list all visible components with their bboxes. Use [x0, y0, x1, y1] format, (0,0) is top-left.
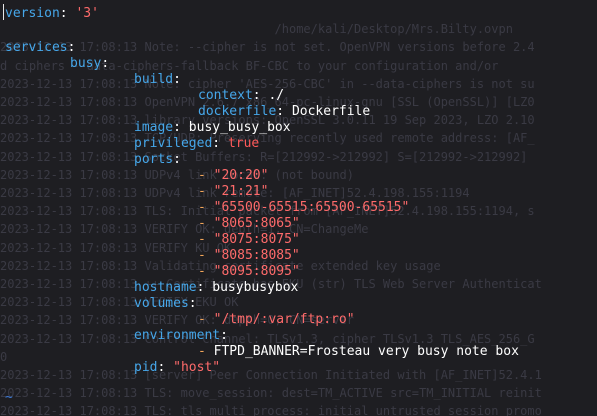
- port-value: "8095:8095": [213, 264, 300, 279]
- port-value: "20:20": [213, 168, 269, 183]
- tilde-marker: ~: [5, 390, 13, 405]
- environment-value: FTPD_BANNER=Frosteau very busy note box: [213, 344, 519, 359]
- ports-key: ports: [134, 152, 174, 167]
- list-dash: -: [198, 184, 214, 199]
- privileged-key: privileged: [134, 136, 213, 151]
- hostname-value: busybusybox: [212, 280, 299, 295]
- list-dash: -: [198, 216, 214, 231]
- build-key: build: [134, 72, 174, 87]
- empty-line-marker: ~: [5, 389, 13, 407]
- hostname-key: hostname: [134, 280, 197, 295]
- ports-line[interactable]: ports:: [134, 151, 181, 169]
- port-value: "65500-65515:65500-65515": [213, 200, 410, 215]
- services-line[interactable]: services:: [5, 39, 75, 57]
- pid-line[interactable]: pid: "host": [134, 359, 220, 377]
- image-key: image: [134, 120, 174, 135]
- volumes-key: volumes: [134, 296, 189, 311]
- list-dash: -: [198, 232, 214, 247]
- port-value: "8075:8075": [213, 232, 300, 247]
- environment-key: environment: [134, 328, 221, 343]
- version-value: '3': [75, 6, 99, 21]
- text-cursor: [3, 4, 4, 20]
- volume-value: "/tmp/:var/ftp:ro": [213, 312, 355, 327]
- version-key: version: [5, 6, 60, 21]
- pid-value: "host": [173, 360, 221, 375]
- list-dash: -: [198, 248, 214, 263]
- list-dash: -: [198, 168, 214, 183]
- list-dash: -: [198, 344, 214, 359]
- privileged-value: true: [227, 136, 260, 151]
- version-line[interactable]: version: '3': [5, 5, 99, 23]
- port-value: "21:21": [213, 184, 269, 199]
- list-dash: -: [198, 312, 214, 327]
- port-value: "8065:8065": [213, 216, 300, 231]
- volumes-line[interactable]: volumes:: [134, 295, 197, 313]
- text-editor[interactable]: /home/kali/Desktop/Mrs.Bilty.ovpn 2023-1…: [0, 0, 597, 416]
- image-value: busy_busy_box: [188, 120, 291, 135]
- service-name: busy: [70, 56, 102, 71]
- port-value: "8085:8085": [213, 248, 300, 263]
- list-dash: -: [198, 200, 214, 215]
- service-busy-line[interactable]: busy:: [70, 55, 109, 73]
- services-key: services: [5, 40, 68, 55]
- list-dash: -: [198, 264, 214, 279]
- build-line[interactable]: build:: [134, 71, 181, 89]
- environment-item[interactable]: - FTPD_BANNER=Frosteau very busy note bo…: [198, 343, 519, 361]
- dockerfile-value: Dockerfile: [291, 104, 371, 119]
- context-key: context: [198, 88, 253, 103]
- pid-key: pid: [134, 360, 158, 375]
- context-value: ./: [268, 88, 285, 103]
- dockerfile-key: dockerfile: [198, 104, 277, 119]
